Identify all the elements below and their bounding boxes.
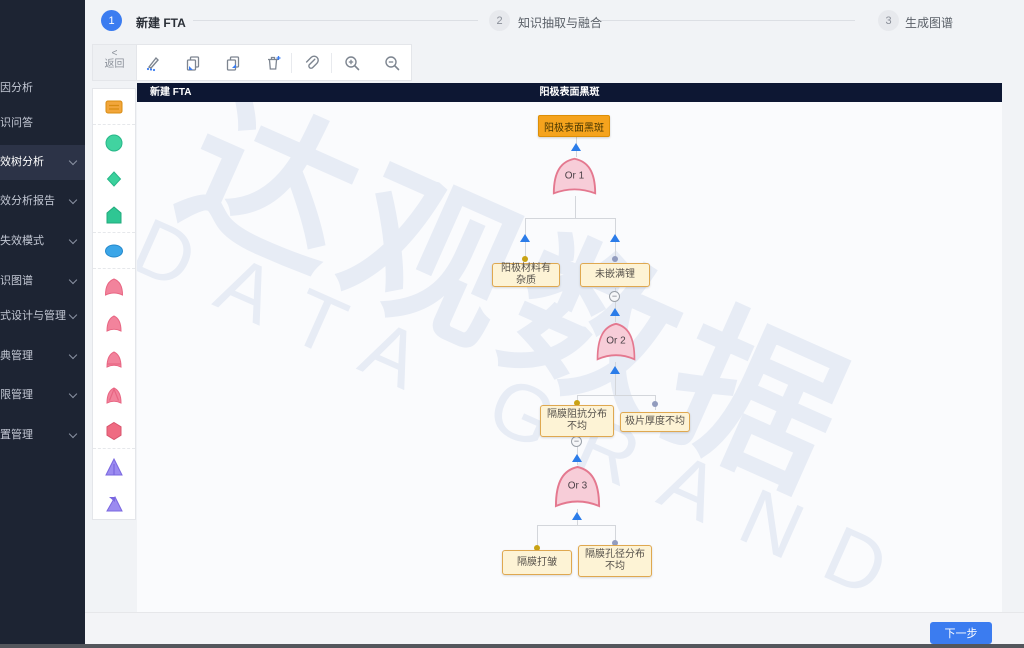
palette-shape-gate-arch-3[interactable] bbox=[93, 341, 135, 377]
diagram-canvas[interactable]: 达观数据 DATA GRAND − bbox=[137, 102, 1002, 612]
port-dot bbox=[652, 401, 658, 407]
palette-shape-circle[interactable] bbox=[93, 125, 135, 161]
canvas-toolbar: < 返回 bbox=[92, 44, 412, 81]
palette-shape-gate-arch-2[interactable] bbox=[93, 305, 135, 341]
connector-line bbox=[537, 525, 615, 526]
chevron-down-icon bbox=[69, 390, 77, 398]
connector-line bbox=[525, 218, 615, 219]
sidebar-item-knowledge-graph[interactable]: 识图谱 bbox=[0, 264, 85, 299]
step-1-label[interactable]: 新建 FTA bbox=[136, 14, 186, 31]
chevron-down-icon bbox=[69, 196, 77, 204]
node-or-gate-3[interactable]: Or 3 bbox=[553, 465, 602, 509]
chevron-down-icon bbox=[69, 236, 77, 244]
connector-line bbox=[575, 196, 576, 218]
collapse-toggle[interactable]: − bbox=[609, 291, 620, 302]
sidebar-item-dict-management[interactable]: 典管理 bbox=[0, 339, 85, 374]
chevron-down-icon bbox=[69, 430, 77, 438]
chevron-down-icon bbox=[69, 351, 77, 359]
fta-builder-app: 因分析 识问答 效树分析 效分析报告 失效模式 识图谱 式设计与管理 典管理 限… bbox=[0, 0, 1024, 648]
diagram-title: 阳极表面黑斑 bbox=[137, 83, 1002, 102]
sidebar-item-knowledge-qa[interactable]: 识问答 bbox=[0, 106, 85, 141]
step-connector bbox=[601, 20, 855, 21]
shape-palette bbox=[92, 88, 136, 520]
step-1-circle: 1 bbox=[101, 10, 122, 31]
node-event[interactable]: 隔膜孔径分布不均 bbox=[578, 545, 652, 577]
sidebar: 因分析 识问答 效树分析 效分析报告 失效模式 识图谱 式设计与管理 典管理 限… bbox=[0, 0, 85, 644]
node-event[interactable]: 隔膜阻抗分布不均 bbox=[540, 405, 614, 437]
delete-icon[interactable] bbox=[261, 51, 285, 75]
diagram-tabbar: 新建 FTA 阳极表面黑斑 bbox=[137, 83, 1002, 102]
palette-shape-diamond[interactable] bbox=[93, 161, 135, 197]
arrow-up-icon bbox=[520, 234, 530, 242]
back-button[interactable]: < 返回 bbox=[93, 45, 137, 80]
sidebar-item-failure-mode[interactable]: 失效模式 bbox=[0, 224, 85, 259]
zoom-out-icon[interactable] bbox=[380, 51, 404, 75]
node-or-gate-1[interactable]: Or 1 bbox=[551, 157, 598, 196]
arrow-up-icon bbox=[571, 143, 581, 151]
wizard-footer: 下一步 bbox=[85, 612, 1024, 644]
arrow-up-icon bbox=[572, 512, 582, 520]
palette-shape-hexagon[interactable] bbox=[93, 413, 135, 449]
port-dot bbox=[612, 256, 618, 262]
palette-shape-ellipse[interactable] bbox=[93, 233, 135, 269]
chevron-down-icon bbox=[69, 311, 77, 319]
port-dot bbox=[522, 256, 528, 262]
collapse-toggle[interactable]: − bbox=[571, 436, 582, 447]
node-or-gate-2[interactable]: Or 2 bbox=[595, 322, 637, 362]
sidebar-item-schema-design[interactable]: 式设计与管理 bbox=[0, 299, 85, 334]
sidebar-item-permission-management[interactable]: 限管理 bbox=[0, 378, 85, 413]
palette-shape-triangle[interactable] bbox=[93, 449, 135, 485]
step-connector bbox=[193, 20, 478, 21]
connector-line bbox=[577, 395, 655, 396]
wizard-stepper: 1 新建 FTA 2 知识抽取与融合 3 生成图谱 bbox=[85, 0, 1024, 40]
node-event[interactable]: 未嵌满锂 bbox=[580, 263, 650, 287]
step-3-label[interactable]: 生成图谱 bbox=[905, 14, 953, 31]
sidebar-item-config-management[interactable]: 置管理 bbox=[0, 418, 85, 453]
zoom-in-icon[interactable] bbox=[340, 51, 364, 75]
step-3-circle: 3 bbox=[878, 10, 899, 31]
arrow-up-icon bbox=[610, 234, 620, 242]
window-bottom-edge bbox=[0, 644, 1024, 648]
arrow-up-icon bbox=[610, 366, 620, 374]
next-step-button[interactable]: 下一步 bbox=[930, 622, 992, 644]
palette-shape-gate-arch-1[interactable] bbox=[93, 269, 135, 305]
toolbar-separator bbox=[331, 53, 332, 73]
sidebar-item-cause-analysis[interactable]: 因分析 bbox=[0, 71, 85, 106]
chevron-down-icon bbox=[69, 157, 77, 165]
copy-icon[interactable] bbox=[181, 51, 205, 75]
sidebar-item-fault-tree-analysis[interactable]: 效树分析 bbox=[0, 145, 85, 180]
arrow-up-icon bbox=[572, 454, 582, 462]
chevron-down-icon bbox=[69, 276, 77, 284]
palette-shape-triangle-flag[interactable] bbox=[93, 485, 135, 521]
node-event[interactable]: 极片厚度不均 bbox=[620, 412, 690, 432]
node-top-event[interactable]: 阳极表面黑斑 bbox=[538, 115, 610, 137]
wand-icon[interactable] bbox=[141, 51, 165, 75]
palette-shape-event-rect[interactable] bbox=[93, 89, 135, 125]
paste-icon[interactable] bbox=[221, 51, 245, 75]
sidebar-item-analysis-report[interactable]: 效分析报告 bbox=[0, 184, 85, 219]
paperclip-icon[interactable] bbox=[299, 51, 323, 75]
step-2-circle: 2 bbox=[489, 10, 510, 31]
toolbar-separator bbox=[291, 53, 292, 73]
node-event[interactable]: 阳极材料有杂质 bbox=[492, 263, 560, 287]
arrow-up-icon bbox=[610, 308, 620, 316]
node-event[interactable]: 隔膜打皱 bbox=[502, 550, 572, 575]
palette-shape-house[interactable] bbox=[93, 197, 135, 233]
palette-shape-gate-arch-4[interactable] bbox=[93, 377, 135, 413]
step-2-label[interactable]: 知识抽取与融合 bbox=[518, 14, 602, 31]
